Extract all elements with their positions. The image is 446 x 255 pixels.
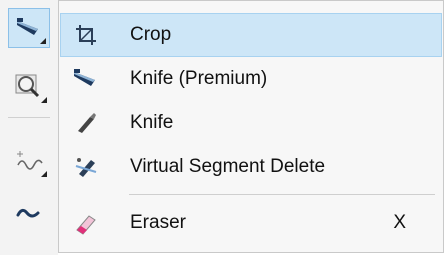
- smart-drawing-tool-icon: [16, 208, 40, 218]
- menu-item-crop[interactable]: Crop: [60, 13, 442, 57]
- menu-item-label: Eraser: [130, 212, 186, 233]
- flyout-indicator-icon: [40, 38, 46, 44]
- toolbox: [0, 0, 58, 255]
- zoom-tool-icon: [15, 74, 40, 98]
- freehand-tool-button[interactable]: [8, 140, 50, 180]
- menu-item-label: Crop: [130, 24, 172, 45]
- smart-drawing-tool-button[interactable]: [8, 194, 50, 234]
- knife-tool-button[interactable]: [8, 8, 50, 48]
- menu-item-label: Knife: [130, 112, 174, 133]
- menu-item-label: Knife (Premium): [130, 68, 268, 89]
- crop-icon: [76, 25, 96, 45]
- menu-item-eraser[interactable]: Eraser X: [60, 201, 442, 245]
- flyout-indicator-icon: [41, 97, 47, 103]
- menu-item-virtual-segment-delete[interactable]: Virtual Segment Delete: [60, 145, 442, 189]
- eraser-icon: [76, 215, 96, 235]
- menu-item-knife-premium[interactable]: Knife (Premium): [60, 57, 442, 101]
- knife-icon: [78, 113, 96, 133]
- shortcut-key: X: [393, 212, 406, 233]
- menu-item-label: Virtual Segment Delete: [130, 156, 326, 177]
- menu-item-knife[interactable]: Knife: [60, 101, 442, 145]
- menu-separator: [129, 194, 435, 195]
- tool-flyout-menu: Crop Knife (Premium) Knife Virtual Segme…: [58, 0, 444, 253]
- knife-premium-icon: [74, 69, 95, 86]
- flyout-indicator-icon: [41, 171, 47, 177]
- toolbox-separator: [8, 117, 50, 118]
- zoom-tool-button[interactable]: [8, 66, 50, 106]
- freehand-tool-icon: [17, 151, 43, 170]
- virtual-segment-delete-icon: [75, 158, 97, 177]
